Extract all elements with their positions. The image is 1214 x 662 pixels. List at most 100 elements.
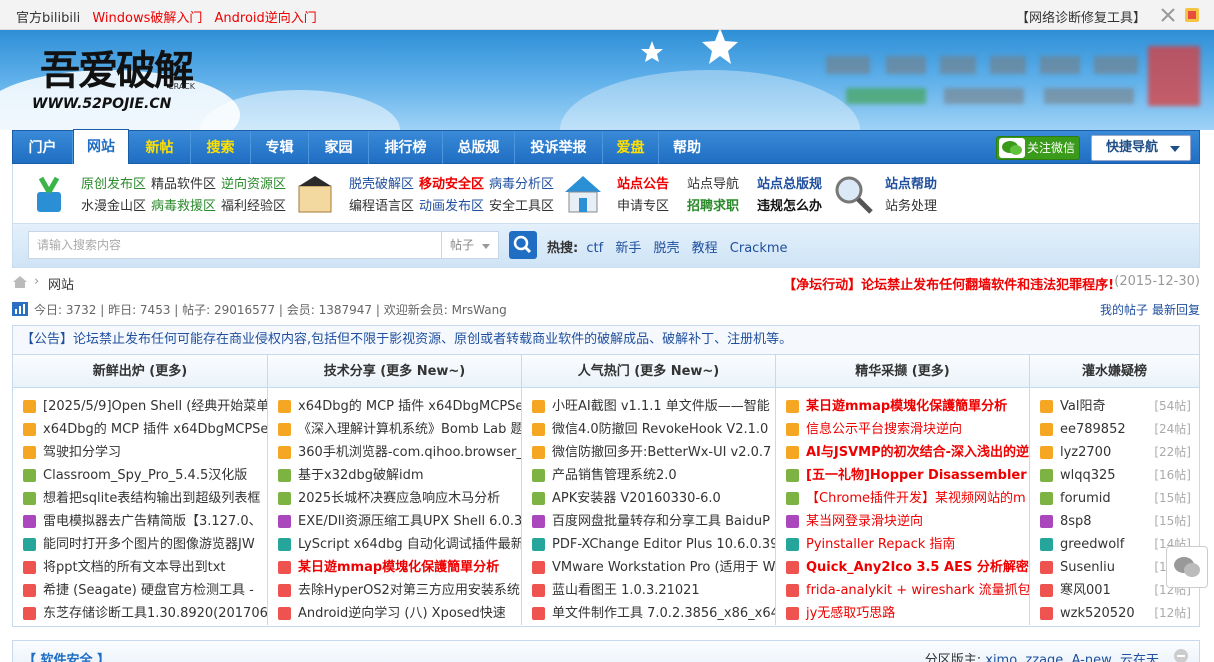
thread-title[interactable]: Pyinstaller Repack 指南: [806, 537, 955, 552]
subnav-water[interactable]: 水漫金山区: [81, 195, 146, 214]
subnav-virus-rescue[interactable]: 病毒救援区: [151, 195, 216, 214]
column-header[interactable]: 精华采撷 (更多): [776, 355, 1029, 388]
thread-item[interactable]: Android逆向学习 (八) Xposed快速: [274, 602, 521, 625]
thread-title[interactable]: x64Dbg的 MCP 插件 x64DbgMCPServ: [43, 422, 267, 437]
thread-item[interactable]: LyScript x64dbg 自动化调试插件最新: [274, 533, 521, 556]
thread-item[interactable]: Classroom_Spy_Pro_5.4.5汉化版: [19, 464, 267, 487]
hot-keyword[interactable]: 教程: [692, 241, 718, 256]
thread-item[interactable]: EXE/Dll资源压缩工具UPX Shell 6.0.3: [274, 510, 521, 533]
collapse-icon[interactable]: [1173, 648, 1189, 662]
thread-item[interactable]: x64Dbg的 MCP 插件 x64DbgMCPServ: [274, 395, 521, 418]
thread-title[interactable]: 希捷 (Seagate) 硬盘官方检测工具 -: [43, 583, 254, 598]
thread-item[interactable]: 蓝山看图王 1.0.3.21021: [528, 579, 775, 602]
theme-icon[interactable]: [1184, 7, 1200, 23]
search-scope-select[interactable]: 帖子: [441, 231, 499, 259]
subnav-original[interactable]: 原创发布区: [81, 173, 146, 192]
follow-wechat-button[interactable]: 关注微信: [996, 136, 1080, 160]
thread-item[interactable]: x64Dbg的 MCP 插件 x64DbgMCPServ: [19, 418, 267, 441]
nav-report[interactable]: 投诉举报: [515, 131, 603, 165]
thread-item[interactable]: Quick_Any2Ico 3.5 AES 分析解密加: [782, 556, 1029, 579]
nav-albums[interactable]: 专辑: [251, 131, 309, 165]
latest-replies-link[interactable]: 最新回复: [1152, 301, 1200, 318]
nav-rules[interactable]: 总版规: [443, 131, 515, 165]
moderators-names[interactable]: ximo, zzage, A-new, 云在天: [985, 653, 1159, 662]
subnav-site-rules[interactable]: 站点总版规: [757, 173, 822, 192]
thread-title[interactable]: Quick_Any2Ico 3.5 AES 分析解密加: [806, 560, 1029, 575]
search-button[interactable]: [509, 231, 537, 259]
thread-title[interactable]: 雷电模拟器去广告精简版【3.127.0、: [43, 514, 262, 529]
thread-title[interactable]: 360手机浏览器-com.qihoo.browser_A: [298, 445, 521, 460]
windows-crack-link[interactable]: Windows破解入门: [92, 11, 202, 26]
thread-title[interactable]: [五一礼物]Hopper Disassembler for: [806, 468, 1029, 483]
thread-item[interactable]: 某日遊mmap模塊化保護簡單分析: [782, 395, 1029, 418]
thread-item[interactable]: Val阳奇 [54帖]: [1036, 395, 1199, 418]
thread-title[interactable]: 蓝山看图王 1.0.3.21021: [552, 583, 700, 598]
thread-item[interactable]: frida-analykit + wireshark 流量抓包: [782, 579, 1029, 602]
thread-item[interactable]: 去除HyperOS2对第三方应用安装系统: [274, 579, 521, 602]
thread-title[interactable]: 东芝存储诊断工具1.30.8920(2017060: [43, 606, 267, 621]
hot-keyword[interactable]: 新手: [615, 241, 641, 256]
thread-item[interactable]: [五一礼物]Hopper Disassembler for: [782, 464, 1029, 487]
nav-home[interactable]: 家园: [309, 131, 369, 165]
thread-item[interactable]: VMware Workstation Pro (适用于 Wi: [528, 556, 775, 579]
nav-site[interactable]: 网站: [73, 129, 129, 165]
thread-title[interactable]: Android逆向学习 (八) Xposed快速: [298, 606, 506, 621]
thread-item[interactable]: 产品销售管理系统2.0: [528, 464, 775, 487]
thread-item[interactable]: 《深入理解计算机系统》Bomb Lab 题: [274, 418, 521, 441]
thread-title[interactable]: VMware Workstation Pro (适用于 Wi: [552, 560, 775, 575]
thread-title[interactable]: greedwolf: [1060, 537, 1124, 552]
thread-item[interactable]: 希捷 (Seagate) 硬盘官方检测工具 -: [19, 579, 267, 602]
thread-title[interactable]: 微信防撤回多开:BetterWx-UI v2.0.7: [552, 445, 771, 460]
thread-title[interactable]: 能同时打开多个图片的图像游览器JW: [43, 537, 255, 552]
thread-item[interactable]: ee789852 [24帖]: [1036, 418, 1199, 441]
column-header[interactable]: 新鲜出炉 (更多): [13, 355, 267, 388]
thread-title[interactable]: jy无感取巧思路: [806, 606, 895, 621]
thread-item[interactable]: wlqq325 [16帖]: [1036, 464, 1199, 487]
thread-item[interactable]: Pyinstaller Repack 指南: [782, 533, 1029, 556]
thread-title[interactable]: [2025/5/9]Open Shell (经典开始菜单): [43, 399, 267, 414]
subnav-site-nav[interactable]: 站点导航: [687, 173, 739, 192]
subnav-virus-analysis[interactable]: 病毒分析区: [489, 173, 554, 192]
thread-title[interactable]: LyScript x64dbg 自动化调试插件最新: [298, 537, 521, 552]
section-title[interactable]: 【 软件安全 】: [23, 649, 110, 662]
thread-item[interactable]: jy无感取巧思路: [782, 602, 1029, 625]
close-x-icon[interactable]: [1160, 7, 1176, 23]
breadcrumb-current[interactable]: 网站: [48, 274, 74, 293]
subnav-animation[interactable]: 动画发布区: [419, 195, 484, 214]
thread-item[interactable]: 驾驶扣分学习: [19, 441, 267, 464]
subnav-welfare[interactable]: 福利经验区: [221, 195, 286, 214]
thread-title[interactable]: 小旺AI截图 v1.1.1 单文件版——智能: [552, 399, 770, 414]
thread-title[interactable]: 想着把sqlite表结构输出到超级列表框: [43, 491, 260, 506]
quick-nav-dropdown[interactable]: 快捷导航: [1091, 135, 1191, 161]
nav-portal[interactable]: 门户: [13, 131, 73, 165]
subnav-violations[interactable]: 违规怎么办: [757, 195, 822, 214]
hot-keyword[interactable]: ctf: [586, 241, 603, 256]
thread-item[interactable]: wzk520520 [12帖]: [1036, 602, 1199, 625]
nav-aipan[interactable]: 爱盘: [603, 131, 659, 165]
subnav-programming[interactable]: 编程语言区: [349, 195, 414, 214]
subnav-mobile-security[interactable]: 移动安全区: [419, 173, 484, 192]
subnav-security-tools[interactable]: 安全工具区: [489, 195, 554, 214]
thread-title[interactable]: 微信4.0防撤回 RevokeHook V2.1.0: [552, 422, 768, 437]
thread-item[interactable]: 基于x32dbg破解idm: [274, 464, 521, 487]
subnav-premium-software[interactable]: 精品软件区: [151, 173, 216, 192]
network-repair-link[interactable]: 【网络诊断修复工具】: [1016, 7, 1146, 26]
thread-title[interactable]: wlqq325: [1060, 468, 1116, 483]
thread-item[interactable]: 2025长城杯决赛应急响应木马分析: [274, 487, 521, 510]
nav-ranking[interactable]: 排行榜: [369, 131, 443, 165]
thread-item[interactable]: 信息公示平台搜索滑块逆向: [782, 418, 1029, 441]
column-header[interactable]: 人气热门 (更多 New~): [522, 355, 775, 388]
nav-help[interactable]: 帮助: [659, 131, 715, 165]
thread-item[interactable]: AI与JSVMP的初次结合-深入浅出的逆: [782, 441, 1029, 464]
thread-item[interactable]: forumid [15帖]: [1036, 487, 1199, 510]
nav-new-posts[interactable]: 新帖: [129, 131, 191, 165]
subnav-announcements[interactable]: 站点公告: [617, 173, 669, 192]
thread-title[interactable]: x64Dbg的 MCP 插件 x64DbgMCPServ: [298, 399, 521, 414]
thread-item[interactable]: 微信4.0防撤回 RevokeHook V2.1.0: [528, 418, 775, 441]
thread-title[interactable]: 寒风001: [1060, 583, 1111, 598]
thread-title[interactable]: wzk520520: [1060, 606, 1135, 621]
thread-item[interactable]: 8sp8 [15帖]: [1036, 510, 1199, 533]
thread-item[interactable]: 单文件制作工具 7.0.2.3856_x86_x64: [528, 602, 775, 625]
thread-title[interactable]: 基于x32dbg破解idm: [298, 468, 424, 483]
thread-title[interactable]: 8sp8: [1060, 514, 1092, 529]
